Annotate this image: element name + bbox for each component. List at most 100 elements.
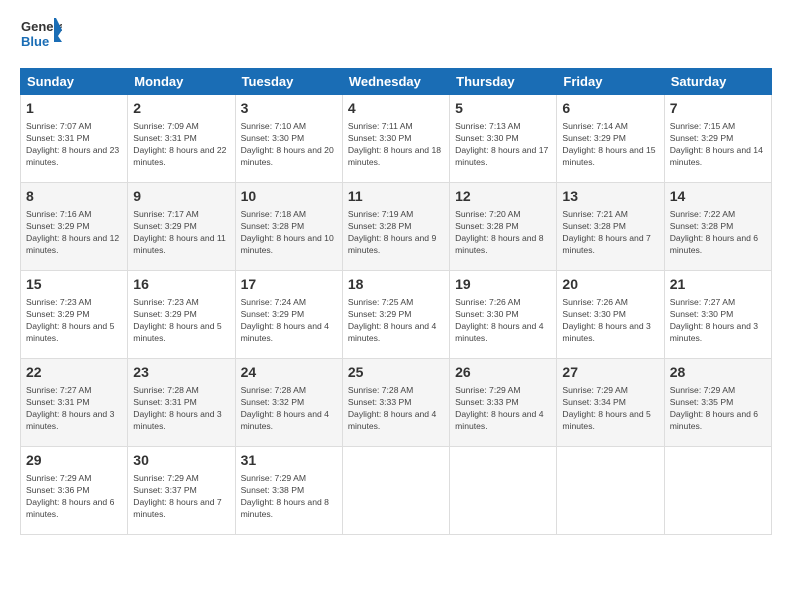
day-info: Sunrise: 7:29 AMSunset: 3:38 PMDaylight:… [241,472,337,520]
calendar-cell: 26Sunrise: 7:29 AMSunset: 3:33 PMDayligh… [450,359,557,447]
svg-text:Blue: Blue [21,34,49,49]
day-info: Sunrise: 7:13 AMSunset: 3:30 PMDaylight:… [455,120,551,168]
day-info: Sunrise: 7:23 AMSunset: 3:29 PMDaylight:… [26,296,122,344]
day-number: 29 [26,451,122,470]
calendar-cell: 14Sunrise: 7:22 AMSunset: 3:28 PMDayligh… [664,183,771,271]
day-number: 30 [133,451,229,470]
week-row-1: 1 Sunrise: 7:07 AMSunset: 3:31 PMDaylight… [21,95,772,183]
weekday-header-wednesday: Wednesday [342,69,449,95]
day-number: 9 [133,187,229,206]
day-info: Sunrise: 7:16 AMSunset: 3:29 PMDaylight:… [26,208,122,256]
weekday-header-thursday: Thursday [450,69,557,95]
week-row-5: 29 Sunrise: 7:29 AMSunset: 3:36 PMDayligh… [21,447,772,535]
day-info: Sunrise: 7:20 AMSunset: 3:28 PMDaylight:… [455,208,551,256]
day-info: Sunrise: 7:18 AMSunset: 3:28 PMDaylight:… [241,208,337,256]
calendar-cell: 18Sunrise: 7:25 AMSunset: 3:29 PMDayligh… [342,271,449,359]
calendar-body: 1 Sunrise: 7:07 AMSunset: 3:31 PMDaylight… [21,95,772,535]
day-number: 27 [562,363,658,382]
weekday-header-friday: Friday [557,69,664,95]
calendar-cell: 17 Sunrise: 7:24 AMSunset: 3:29 PMDayligh… [235,271,342,359]
day-number: 4 [348,99,444,118]
day-number: 5 [455,99,551,118]
day-number: 23 [133,363,229,382]
logo: General Blue [20,16,62,58]
calendar-cell: 4 Sunrise: 7:11 AMSunset: 3:30 PMDaylight… [342,95,449,183]
day-number: 24 [241,363,337,382]
day-info: Sunrise: 7:28 AMSunset: 3:31 PMDaylight:… [133,384,229,432]
day-number: 6 [562,99,658,118]
calendar-cell: 16Sunrise: 7:23 AMSunset: 3:29 PMDayligh… [128,271,235,359]
calendar-cell: 13Sunrise: 7:21 AMSunset: 3:28 PMDayligh… [557,183,664,271]
weekday-header-tuesday: Tuesday [235,69,342,95]
calendar-cell [557,447,664,535]
day-info: Sunrise: 7:29 AMSunset: 3:34 PMDaylight:… [562,384,658,432]
day-number: 3 [241,99,337,118]
weekday-header-row: SundayMondayTuesdayWednesdayThursdayFrid… [21,69,772,95]
day-number: 8 [26,187,122,206]
week-row-2: 8 Sunrise: 7:16 AMSunset: 3:29 PMDaylight… [21,183,772,271]
calendar-cell [664,447,771,535]
weekday-header-monday: Monday [128,69,235,95]
calendar-cell: 19Sunrise: 7:26 AMSunset: 3:30 PMDayligh… [450,271,557,359]
calendar-cell [450,447,557,535]
day-info: Sunrise: 7:28 AMSunset: 3:32 PMDaylight:… [241,384,337,432]
day-info: Sunrise: 7:29 AMSunset: 3:37 PMDaylight:… [133,472,229,520]
day-number: 28 [670,363,766,382]
day-number: 21 [670,275,766,294]
day-info: Sunrise: 7:11 AMSunset: 3:30 PMDaylight:… [348,120,444,168]
day-info: Sunrise: 7:27 AMSunset: 3:31 PMDaylight:… [26,384,122,432]
day-info: Sunrise: 7:17 AMSunset: 3:29 PMDaylight:… [133,208,229,256]
header: General Blue [20,16,772,58]
calendar-cell: 23 Sunrise: 7:28 AMSunset: 3:31 PMDayligh… [128,359,235,447]
calendar-cell: 25 Sunrise: 7:28 AMSunset: 3:33 PMDayligh… [342,359,449,447]
calendar-cell: 27 Sunrise: 7:29 AMSunset: 3:34 PMDayligh… [557,359,664,447]
calendar-cell: 3Sunrise: 7:10 AMSunset: 3:30 PMDaylight… [235,95,342,183]
calendar-cell: 9 Sunrise: 7:17 AMSunset: 3:29 PMDaylight… [128,183,235,271]
calendar-cell: 10 Sunrise: 7:18 AMSunset: 3:28 PMDayligh… [235,183,342,271]
day-number: 7 [670,99,766,118]
calendar-cell: 1 Sunrise: 7:07 AMSunset: 3:31 PMDaylight… [21,95,128,183]
day-number: 20 [562,275,658,294]
calendar-cell: 11 Sunrise: 7:19 AMSunset: 3:28 PMDayligh… [342,183,449,271]
day-number: 12 [455,187,551,206]
day-number: 11 [348,187,444,206]
day-number: 31 [241,451,337,470]
calendar-cell: 29 Sunrise: 7:29 AMSunset: 3:36 PMDayligh… [21,447,128,535]
calendar-cell: 24 Sunrise: 7:28 AMSunset: 3:32 PMDayligh… [235,359,342,447]
calendar-cell: 7 Sunrise: 7:15 AMSunset: 3:29 PMDaylight… [664,95,771,183]
page: General Blue SundayMondayTuesdayWednesda… [0,0,792,612]
logo-svg: General Blue [20,16,62,58]
calendar-cell: 31 Sunrise: 7:29 AMSunset: 3:38 PMDayligh… [235,447,342,535]
day-info: Sunrise: 7:15 AMSunset: 3:29 PMDaylight:… [670,120,766,168]
day-number: 22 [26,363,122,382]
day-info: Sunrise: 7:07 AMSunset: 3:31 PMDaylight:… [26,120,122,168]
weekday-header-saturday: Saturday [664,69,771,95]
calendar-cell: 28 Sunrise: 7:29 AMSunset: 3:35 PMDayligh… [664,359,771,447]
calendar-cell: 30 Sunrise: 7:29 AMSunset: 3:37 PMDayligh… [128,447,235,535]
weekday-header-sunday: Sunday [21,69,128,95]
day-number: 2 [133,99,229,118]
day-info: Sunrise: 7:09 AMSunset: 3:31 PMDaylight:… [133,120,229,168]
day-number: 1 [26,99,122,118]
week-row-3: 15Sunrise: 7:23 AMSunset: 3:29 PMDayligh… [21,271,772,359]
day-info: Sunrise: 7:29 AMSunset: 3:36 PMDaylight:… [26,472,122,520]
day-info: Sunrise: 7:25 AMSunset: 3:29 PMDaylight:… [348,296,444,344]
calendar-cell: 5 Sunrise: 7:13 AMSunset: 3:30 PMDaylight… [450,95,557,183]
calendar-cell: 2 Sunrise: 7:09 AMSunset: 3:31 PMDaylight… [128,95,235,183]
day-info: Sunrise: 7:24 AMSunset: 3:29 PMDaylight:… [241,296,337,344]
calendar-cell: 12 Sunrise: 7:20 AMSunset: 3:28 PMDayligh… [450,183,557,271]
calendar-cell: 20Sunrise: 7:26 AMSunset: 3:30 PMDayligh… [557,271,664,359]
day-info: Sunrise: 7:19 AMSunset: 3:28 PMDaylight:… [348,208,444,256]
day-info: Sunrise: 7:14 AMSunset: 3:29 PMDaylight:… [562,120,658,168]
day-info: Sunrise: 7:27 AMSunset: 3:30 PMDaylight:… [670,296,766,344]
day-info: Sunrise: 7:22 AMSunset: 3:28 PMDaylight:… [670,208,766,256]
day-info: Sunrise: 7:26 AMSunset: 3:30 PMDaylight:… [455,296,551,344]
day-number: 25 [348,363,444,382]
day-info: Sunrise: 7:28 AMSunset: 3:33 PMDaylight:… [348,384,444,432]
day-info: Sunrise: 7:23 AMSunset: 3:29 PMDaylight:… [133,296,229,344]
day-number: 10 [241,187,337,206]
day-number: 17 [241,275,337,294]
day-info: Sunrise: 7:29 AMSunset: 3:35 PMDaylight:… [670,384,766,432]
day-number: 13 [562,187,658,206]
week-row-4: 22 Sunrise: 7:27 AMSunset: 3:31 PMDayligh… [21,359,772,447]
